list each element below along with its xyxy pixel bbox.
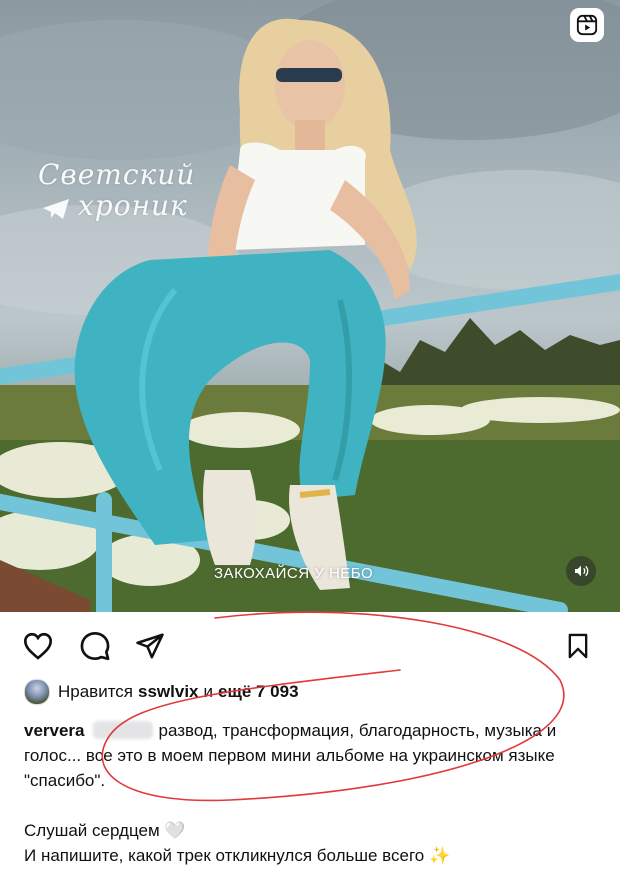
post-actions — [0, 624, 620, 666]
likes-conj: и — [203, 682, 214, 701]
watermark-line2: хроник — [78, 188, 188, 222]
heart-icon[interactable] — [20, 628, 56, 664]
caption-username[interactable]: ververa — [24, 721, 85, 740]
likes-row[interactable]: Нравится sswlvix и ещё 7 093 — [24, 679, 299, 705]
sound-on-icon[interactable] — [566, 556, 596, 586]
liker-avatar[interactable] — [24, 679, 50, 705]
song-caption: ЗАКОХАЙСЯ У НЕБО — [214, 565, 374, 582]
reels-icon — [570, 8, 604, 42]
caption-line2: Слушай сердцем 🤍 — [24, 821, 186, 840]
watermark-logo: Светский хроник — [38, 158, 196, 222]
liker-username[interactable]: sswlvix — [138, 682, 199, 702]
post-photo — [0, 0, 620, 612]
telegram-icon — [43, 199, 69, 219]
blurred-tag — [92, 721, 153, 739]
likes-prefix: Нравится — [58, 682, 134, 701]
comment-icon[interactable] — [77, 628, 113, 664]
watermark-line1: Светский — [38, 158, 196, 191]
caption-line3: И напишите, какой трек откликнулся больш… — [24, 846, 451, 865]
send-icon[interactable] — [132, 628, 168, 664]
likes-count[interactable]: ещё 7 093 — [218, 682, 299, 702]
post-media[interactable]: Светский хроник ЗАКОХАЙСЯ У НЕБО — [0, 0, 620, 612]
bookmark-icon[interactable] — [560, 628, 596, 664]
post-caption: ververa развод, трансформация, благодарно… — [24, 718, 599, 868]
